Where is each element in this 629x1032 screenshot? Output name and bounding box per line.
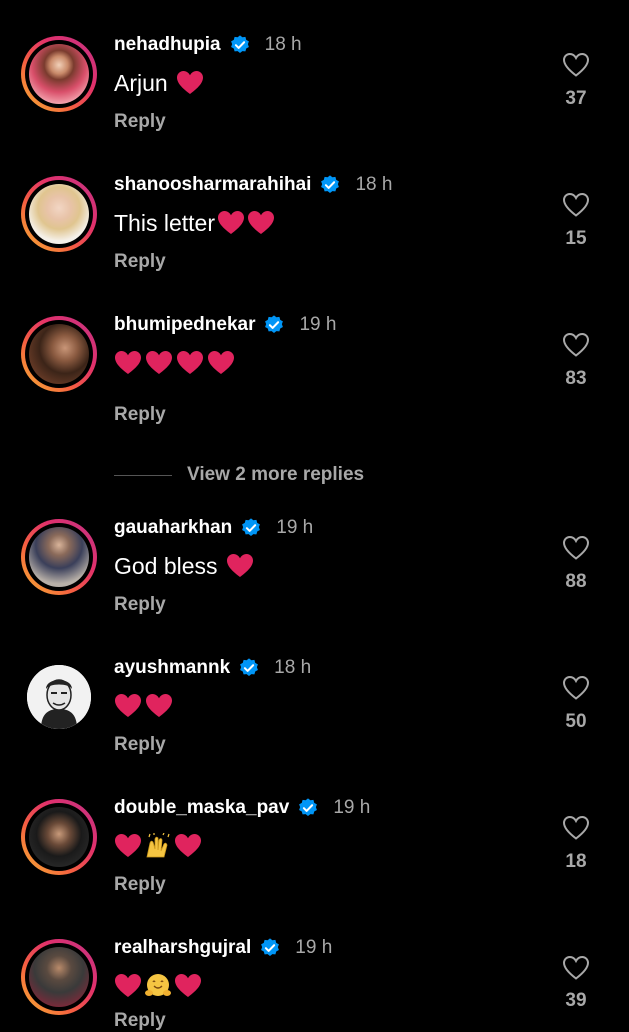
verified-badge-icon [321, 175, 340, 193]
verified-badge-icon [265, 315, 284, 333]
like-count: 50 [565, 711, 587, 732]
red-heart-emoji [115, 974, 141, 997]
comment-text: God bless [114, 551, 254, 581]
comment-time: 19 h [295, 937, 333, 958]
red-heart-emoji [175, 974, 201, 997]
comment-time: 18 h [274, 657, 312, 678]
username[interactable]: gauaharkhan [114, 517, 232, 539]
red-heart-emoji [115, 351, 141, 374]
like-count: 18 [565, 851, 587, 872]
like-count: 88 [565, 571, 587, 592]
raised-hands-emoji [146, 833, 170, 858]
username[interactable]: shanoosharmarahihai [114, 174, 311, 196]
avatar-photo [29, 184, 89, 244]
comment-time: 19 h [299, 314, 337, 335]
reply-button[interactable]: Reply [114, 734, 166, 756]
red-heart-emoji [177, 351, 203, 374]
red-heart-emoji [146, 351, 172, 374]
comment-text: Arjun [114, 68, 204, 98]
comment-text [114, 831, 202, 861]
avatar[interactable] [21, 519, 97, 595]
avatar[interactable] [21, 659, 97, 735]
red-heart-emoji [146, 694, 172, 717]
heart-outline-icon[interactable] [562, 675, 590, 701]
comment-text [114, 971, 202, 1001]
reply-button[interactable]: Reply [114, 111, 166, 133]
heart-outline-icon[interactable] [562, 535, 590, 561]
heart-outline-icon[interactable] [562, 955, 590, 981]
avatar[interactable] [21, 799, 97, 875]
avatar[interactable] [21, 176, 97, 252]
comment-text [114, 691, 173, 721]
verified-badge-icon [299, 798, 318, 816]
username[interactable]: realharshgujral [114, 937, 251, 959]
heart-outline-icon[interactable] [562, 815, 590, 841]
reply-button[interactable]: Reply [114, 1010, 166, 1032]
red-heart-emoji [115, 834, 141, 857]
avatar-photo [29, 807, 89, 867]
comment-time: 19 h [276, 517, 314, 538]
reply-button[interactable]: Reply [114, 251, 166, 273]
like-count: 15 [565, 228, 587, 249]
avatar[interactable] [21, 316, 97, 392]
avatar-photo [29, 947, 89, 1007]
avatar-photo [29, 527, 89, 587]
hugging-face-emoji [145, 974, 171, 996]
view-more-replies-label: View 2 more replies [187, 464, 365, 485]
reply-button[interactable]: Reply [114, 594, 166, 616]
heart-outline-icon[interactable] [562, 332, 590, 358]
heart-outline-icon[interactable] [562, 192, 590, 218]
verified-badge-icon [240, 658, 259, 676]
username[interactable]: nehadhupia [114, 34, 221, 56]
view-more-replies[interactable]: View 2 more replies [114, 462, 364, 488]
illustrated-portrait-icon [27, 665, 91, 729]
like-count: 37 [565, 88, 587, 109]
red-heart-emoji [115, 694, 141, 717]
like-count: 83 [565, 368, 587, 389]
avatar[interactable] [21, 939, 97, 1015]
red-heart-emoji [226, 554, 253, 577]
reply-button[interactable]: Reply [114, 404, 166, 426]
divider [114, 474, 172, 476]
red-heart-emoji [175, 834, 201, 857]
avatar[interactable] [21, 36, 97, 112]
verified-badge-icon [261, 938, 280, 956]
username[interactable]: ayushmannk [114, 657, 230, 679]
red-heart-emoji [247, 211, 274, 234]
verified-badge-icon [242, 518, 261, 536]
username[interactable]: bhumipednekar [114, 314, 255, 336]
comment-time: 19 h [333, 797, 371, 818]
avatar-photo [29, 44, 89, 104]
avatar-photo [29, 324, 89, 384]
comment-text: This letter [114, 208, 275, 238]
comment-text [114, 348, 235, 378]
reply-button[interactable]: Reply [114, 874, 166, 896]
red-heart-emoji [217, 211, 244, 234]
like-count: 39 [565, 990, 587, 1011]
comment-time: 18 h [355, 174, 393, 195]
verified-badge-icon [230, 35, 249, 53]
username[interactable]: double_maska_pav [114, 797, 289, 819]
red-heart-emoji [208, 351, 234, 374]
heart-outline-icon[interactable] [562, 52, 590, 78]
red-heart-emoji [176, 71, 203, 94]
comment-time: 18 h [264, 34, 302, 55]
